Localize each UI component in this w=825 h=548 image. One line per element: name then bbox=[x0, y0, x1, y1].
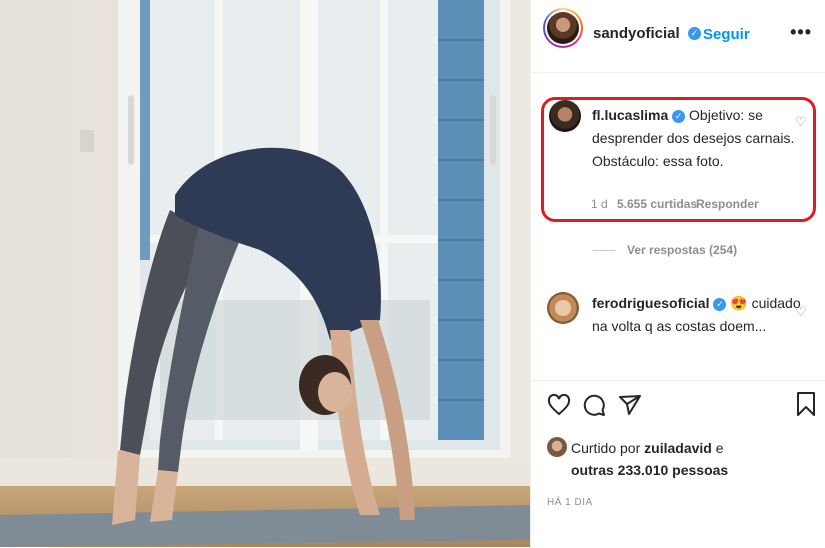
heart-icon[interactable] bbox=[547, 393, 571, 417]
post-side-panel: sandyoficial ✓ Seguir • ••• fl.lucaslima… bbox=[530, 0, 825, 547]
comment-likes[interactable]: 5.655 curtidas bbox=[617, 197, 697, 211]
comment-avatar[interactable] bbox=[549, 100, 581, 132]
comment-age[interactable]: 1 d bbox=[591, 197, 608, 211]
comment-text-line: desprender dos desejos carnais. bbox=[592, 130, 795, 146]
comment-text-line: Objetivo: se bbox=[689, 107, 763, 123]
comment-text-line: na volta q as costas doem... bbox=[592, 318, 767, 334]
comment-body: fl.lucaslima ✓ Objetivo: se desprender d… bbox=[592, 104, 802, 173]
post-photo[interactable] bbox=[0, 0, 530, 547]
liker-avatar[interactable] bbox=[547, 437, 567, 457]
like-comment-heart-icon[interactable]: ♡ bbox=[795, 114, 807, 130]
like-comment-heart-icon[interactable]: ♡ bbox=[795, 304, 807, 320]
liked-by-prefix: Curtido por bbox=[571, 440, 645, 456]
post-actions: Curtido por zuiladavid e outras 233.010 … bbox=[531, 380, 825, 548]
scroll-fade bbox=[531, 355, 825, 379]
likes-count[interactable]: outras 233.010 pessoas bbox=[571, 462, 728, 478]
yoga-photo-illustration bbox=[0, 0, 530, 547]
comment-body: ferodriguesoficial ✓ 😍 cuidado na volta … bbox=[592, 292, 802, 338]
comment-avatar[interactable] bbox=[547, 292, 579, 324]
comment-text-line: Obstáculo: essa foto. bbox=[592, 153, 724, 169]
reply-button[interactable]: Responder bbox=[696, 197, 759, 211]
emoji-heart-eyes-icon: 😍 bbox=[730, 295, 748, 311]
verified-badge-icon: ✓ bbox=[688, 27, 701, 40]
author-avatar[interactable] bbox=[543, 8, 583, 48]
bookmark-icon[interactable] bbox=[795, 391, 817, 417]
liked-by-text: Curtido por zuiladavid e outras 233.010 … bbox=[571, 437, 728, 481]
author-username[interactable]: sandyoficial bbox=[593, 25, 680, 42]
share-icon[interactable] bbox=[618, 393, 642, 417]
liked-by-suffix: e bbox=[711, 440, 724, 456]
comment-text-line: cuidado bbox=[751, 295, 801, 311]
comment-icon[interactable] bbox=[582, 393, 606, 417]
follow-button[interactable]: Seguir bbox=[703, 26, 750, 43]
view-replies-button[interactable]: Ver respostas (254) bbox=[627, 243, 737, 257]
liker-username[interactable]: zuiladavid bbox=[644, 440, 712, 456]
comment-username[interactable]: ferodriguesoficial bbox=[592, 295, 709, 311]
comment-username[interactable]: fl.lucaslima bbox=[592, 107, 668, 123]
verified-badge-icon: ✓ bbox=[672, 109, 686, 123]
post-header: sandyoficial ✓ Seguir • ••• bbox=[531, 0, 825, 73]
post-timestamp[interactable]: HÁ 1 DIA bbox=[547, 497, 593, 508]
verified-badge-icon: ✓ bbox=[713, 297, 727, 311]
more-options-icon[interactable]: ••• bbox=[790, 22, 812, 43]
replies-divider bbox=[593, 250, 615, 251]
